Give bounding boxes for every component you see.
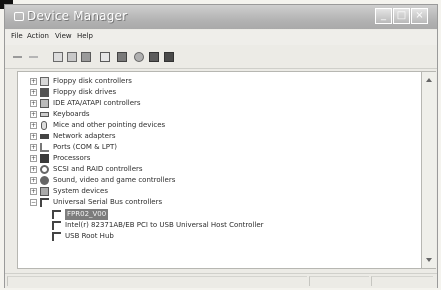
- tree-item-label: Floppy disk drives: [53, 88, 117, 96]
- expand-toggle[interactable]: +: [30, 100, 37, 107]
- status-pane-2: [309, 276, 369, 286]
- print-icon[interactable]: [81, 52, 91, 62]
- forward-arrow-icon[interactable]: [29, 56, 38, 58]
- tree-item-label: IDE ATA/ATAPI controllers: [53, 99, 141, 107]
- processor-icon: [40, 154, 49, 163]
- port-icon: [40, 143, 49, 152]
- expand-toggle[interactable]: +: [30, 144, 37, 151]
- tree-item-label: SCSI and RAID controllers: [53, 165, 143, 173]
- vertical-scrollbar[interactable]: [422, 71, 436, 269]
- expand-toggle[interactable]: +: [30, 133, 37, 140]
- system-device-icon: [40, 187, 49, 196]
- expand-toggle[interactable]: +: [30, 78, 37, 85]
- tree-item-label-selected: FPR02_V00: [65, 209, 109, 220]
- collapse-toggle[interactable]: −: [30, 199, 37, 206]
- tree-item-label: Mice and other pointing devices: [53, 121, 166, 129]
- title-bar[interactable]: Device Manager _ □ ×: [5, 5, 437, 29]
- screenshot-frame: Device Manager _ □ × File Action View He…: [0, 0, 441, 290]
- expand-toggle[interactable]: +: [30, 111, 37, 118]
- network-adapter-icon: [40, 134, 49, 139]
- usb-device-icon: [52, 232, 61, 241]
- tree-item-label: USB Root Hub: [65, 232, 114, 240]
- show-hide-tree-icon[interactable]: [53, 52, 63, 62]
- scsi-controller-icon: [40, 165, 49, 174]
- tree-item-label: System devices: [53, 187, 108, 195]
- device-tree[interactable]: + Floppy disk controllers + Floppy disk …: [17, 71, 422, 269]
- menu-file[interactable]: File: [11, 32, 23, 40]
- minimize-button[interactable]: _: [375, 8, 392, 24]
- window-title: Device Manager: [27, 9, 128, 23]
- menu-help[interactable]: Help: [77, 32, 93, 40]
- menu-view[interactable]: View: [55, 32, 72, 40]
- menu-action[interactable]: Action: [27, 32, 49, 40]
- expand-toggle[interactable]: +: [30, 188, 37, 195]
- scan-hardware-icon[interactable]: [134, 52, 144, 62]
- tree-item-label: Sound, video and game controllers: [53, 176, 176, 184]
- device-manager-icon: [14, 12, 24, 21]
- tree-item-label: Floppy disk controllers: [53, 77, 132, 85]
- close-button[interactable]: ×: [411, 8, 428, 24]
- usb-icon: [40, 198, 49, 207]
- ide-controller-icon: [40, 99, 49, 108]
- usb-device-icon: [52, 210, 61, 219]
- tree-item-label: Keyboards: [53, 110, 90, 118]
- tree-item-label: Intel(r) 82371AB/EB PCI to USB Universal…: [65, 221, 264, 229]
- usb-device-icon: [52, 221, 61, 230]
- tree-item-label: Ports (COM & LPT): [53, 143, 117, 151]
- disable-device-icon[interactable]: [164, 52, 174, 62]
- expand-toggle[interactable]: +: [30, 166, 37, 173]
- console-icon[interactable]: [117, 52, 127, 62]
- help-icon[interactable]: [100, 52, 110, 62]
- device-manager-window: Device Manager _ □ × File Action View He…: [4, 4, 438, 288]
- update-driver-icon[interactable]: [149, 52, 159, 62]
- mouse-icon: [41, 121, 47, 130]
- floppy-drive-icon: [40, 88, 49, 97]
- tree-item-label: Processors: [53, 154, 91, 162]
- expand-toggle[interactable]: +: [30, 122, 37, 129]
- status-pane-main: [7, 276, 307, 286]
- menu-bar: File Action View Help: [5, 30, 437, 45]
- back-arrow-icon[interactable]: [13, 56, 22, 58]
- tree-item-label: Network adapters: [53, 132, 116, 140]
- status-pane-3: [371, 276, 433, 286]
- scroll-up-arrow-icon[interactable]: [426, 78, 432, 82]
- properties-icon[interactable]: [67, 52, 77, 62]
- floppy-controller-icon: [40, 77, 49, 86]
- expand-toggle[interactable]: +: [30, 177, 37, 184]
- maximize-button[interactable]: □: [393, 8, 410, 24]
- keyboard-icon: [40, 112, 49, 117]
- status-bar: [5, 273, 437, 288]
- expand-toggle[interactable]: +: [30, 155, 37, 162]
- sound-icon: [40, 176, 49, 185]
- tree-item-label: Universal Serial Bus controllers: [53, 198, 163, 206]
- toolbar: [5, 46, 437, 69]
- scroll-down-arrow-icon[interactable]: [426, 258, 432, 262]
- expand-toggle[interactable]: +: [30, 89, 37, 96]
